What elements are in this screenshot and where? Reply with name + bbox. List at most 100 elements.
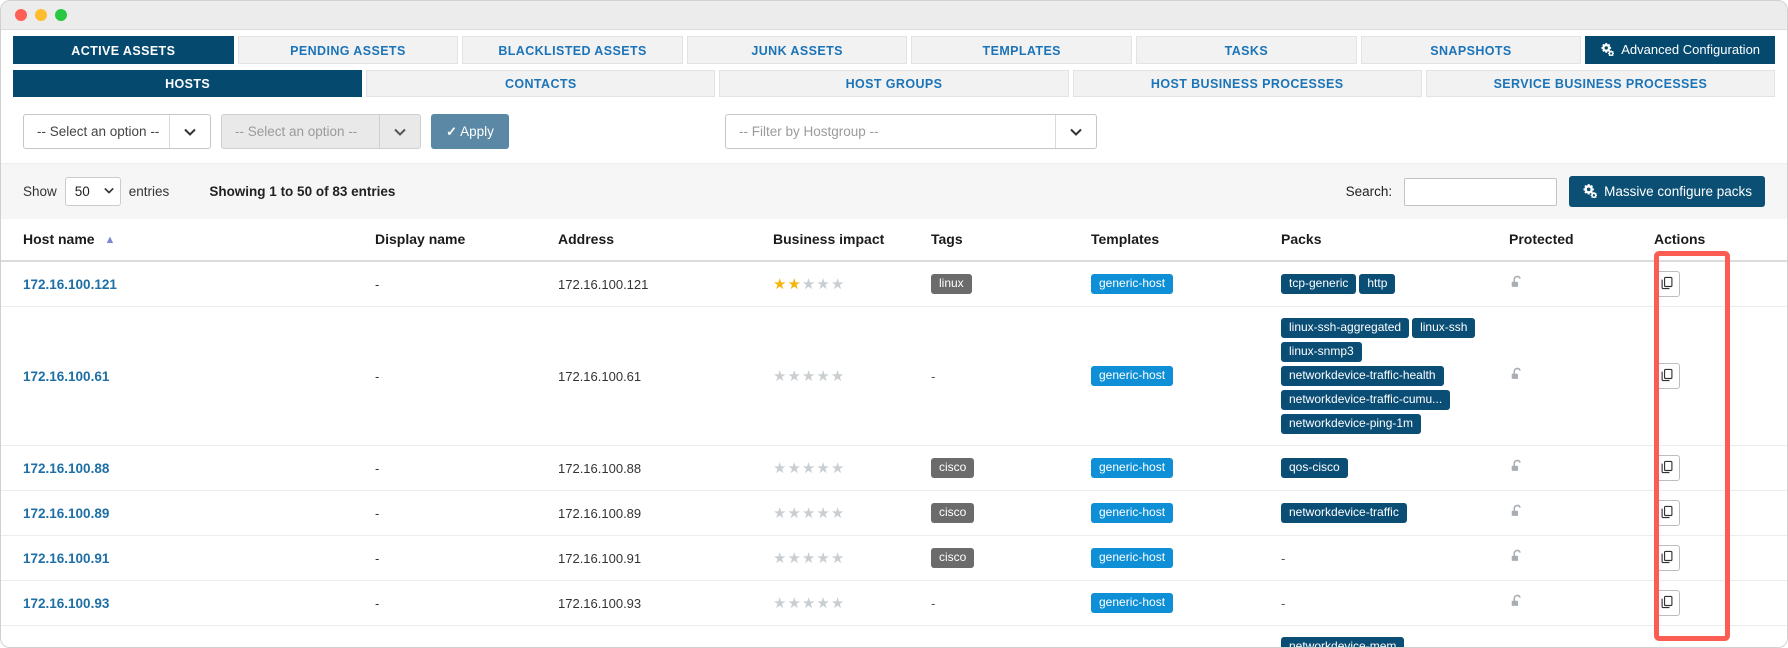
gears-icon [1600,42,1615,58]
copy-icon [1660,368,1674,385]
tab-active-assets[interactable]: ACTIVE ASSETS [13,36,234,64]
subtab-host-groups[interactable]: HOST GROUPS [719,70,1069,97]
duplicate-host-button[interactable] [1654,455,1680,481]
template-badge[interactable]: generic-host [1091,503,1174,523]
host-name-link[interactable]: 172.16.100.88 [23,461,109,476]
minimize-window-icon[interactable] [35,9,47,21]
empty-value: - [1281,550,1286,566]
pack-badge[interactable]: networkdevice-mem [1281,637,1405,647]
cell-actions [1654,535,1787,581]
advanced-configuration-button[interactable]: Advanced Configuration [1585,36,1776,64]
table-row: 172.16.100.89-172.16.100.89 ★★★★★ cisco gen… [1,490,1787,536]
duplicate-host-button[interactable] [1654,545,1680,571]
table-row: 172.16.100.61-172.16.100.61 ★★★★★ - generic… [1,306,1787,446]
cell-protected [1509,535,1654,581]
cell-address: 172.16.100.89 [558,490,773,536]
cell-host-name: 172.16.100.93 [1,580,375,626]
column-header-display-name[interactable]: Display name [375,219,558,262]
cell-address: 172.16.100.61 [558,306,773,446]
pack-badge[interactable]: linux-ssh [1412,318,1476,338]
chevron-down-icon [169,115,210,148]
star-5: ★ [830,459,846,477]
subtab-contacts[interactable]: CONTACTS [366,70,716,97]
column-header-packs[interactable]: Packs [1281,219,1509,262]
duplicate-host-button[interactable] [1654,271,1680,297]
host-name-link[interactable]: 172.16.100.93 [23,596,109,611]
column-header-host-name[interactable]: Host name ▲ [1,219,375,262]
host-name-link[interactable]: 172.16.100.91 [23,551,109,566]
page-length-value: 50 [74,184,90,199]
pack-badge[interactable]: http [1359,274,1396,294]
host-name-link[interactable]: 172.16.100.61 [23,369,109,384]
subtab-label: CONTACTS [504,77,577,91]
pack-badge[interactable]: linux-snmp3 [1281,342,1362,362]
tab-blacklisted-assets[interactable]: BLACKLISTED ASSETS [462,36,683,64]
tab-snapshots[interactable]: SNAPSHOTS [1360,36,1582,64]
subtab-hosts[interactable]: HOSTS [13,70,363,97]
duplicate-host-button[interactable] [1654,363,1680,389]
tag-badge[interactable]: cisco [931,458,975,478]
chevron-down-icon [379,115,420,148]
unlocked-padlock-icon [1509,274,1525,290]
search-input[interactable] [1404,177,1558,206]
cell-business-impact: ★★★★★ [773,625,931,647]
pack-badge[interactable]: networkdevice-traffic-health [1281,366,1444,386]
column-header-tags[interactable]: Tags [931,219,1091,262]
column-header-business-impact[interactable]: Business impact [773,219,931,262]
massive-configure-packs-button[interactable]: Massive configure packs [1569,176,1765,207]
search-label: Search: [1345,184,1393,199]
duplicate-host-button[interactable] [1654,590,1680,616]
apply-button[interactable]: ✓ Apply [431,114,509,149]
select-option-dropdown-1[interactable]: -- Select an option -- [23,114,211,149]
cell-display-name: - [375,445,558,491]
empty-value: - [931,595,936,611]
column-header-templates[interactable]: Templates [1091,219,1281,262]
select-option-dropdown-2[interactable]: -- Select an option -- [221,114,421,149]
column-header-actions[interactable]: Actions [1654,219,1787,262]
pack-badge[interactable]: qos-cisco [1281,458,1348,478]
close-window-icon[interactable] [15,9,27,21]
empty-value: - [931,368,936,384]
template-badge[interactable]: generic-host [1091,548,1174,568]
tag-badge[interactable]: cisco [931,503,975,523]
star-3: ★ [801,275,817,293]
cell-templates: generic-host [1091,306,1281,446]
star-3: ★ [801,594,817,612]
cell-business-impact: ★★★★★ [773,490,931,536]
copy-icon [1660,505,1674,522]
filter-by-hostgroup-dropdown[interactable]: -- Filter by Hostgroup -- [725,114,1097,149]
sort-ascending-icon: ▲ [104,234,116,246]
cell-packs: tcp-generic http [1281,261,1509,307]
tab-junk-assets[interactable]: JUNK ASSETS [686,36,908,64]
hosts-table-body: 172.16.100.121-172.16.100.121 ★★★★★ linux g… [1,261,1787,647]
hostgroup-filter-value: -- Filter by Hostgroup -- [739,124,879,139]
tag-badge[interactable]: linux [931,274,972,294]
host-name-link[interactable]: 172.16.100.121 [23,277,117,292]
host-name-link[interactable]: 172.16.100.89 [23,506,109,521]
tab-tasks[interactable]: TASKS [1136,36,1357,64]
tag-badge[interactable]: cisco [931,548,975,568]
template-badge[interactable]: generic-host [1091,366,1174,386]
template-badge[interactable]: generic-host [1091,458,1174,478]
column-header-protected[interactable]: Protected [1509,219,1654,262]
template-badge[interactable]: generic-host [1091,593,1174,613]
pack-badge[interactable]: networkdevice-traffic [1281,503,1407,523]
table-header-row: Host name ▲ Display name Address Busines… [1,219,1787,262]
column-header-address[interactable]: Address [558,219,773,262]
column-label: Host name [23,231,95,247]
pack-badge[interactable]: networkdevice-traffic-cumu... [1281,390,1451,410]
page-length-select[interactable]: 50 [64,177,121,206]
cell-actions [1654,261,1787,307]
tab-pending-assets[interactable]: PENDING ASSETS [237,36,459,64]
subtab-service-business-processes[interactable]: SERVICE BUSINESS PROCESSES [1425,70,1776,97]
tab-templates[interactable]: TEMPLATES [911,36,1133,64]
template-badge[interactable]: generic-host [1091,274,1174,294]
cell-business-impact: ★★★★★ [773,306,931,446]
pack-badge[interactable]: networkdevice-ping-1m [1281,414,1422,434]
subtab-host-business-processes[interactable]: HOST BUSINESS PROCESSES [1072,70,1422,97]
zoom-window-icon[interactable] [55,9,67,21]
pack-badge[interactable]: linux-ssh-aggregated [1281,318,1410,338]
pack-badge[interactable]: tcp-generic [1281,274,1357,294]
duplicate-host-button[interactable] [1654,500,1680,526]
cell-tags: cisco [931,445,1091,491]
